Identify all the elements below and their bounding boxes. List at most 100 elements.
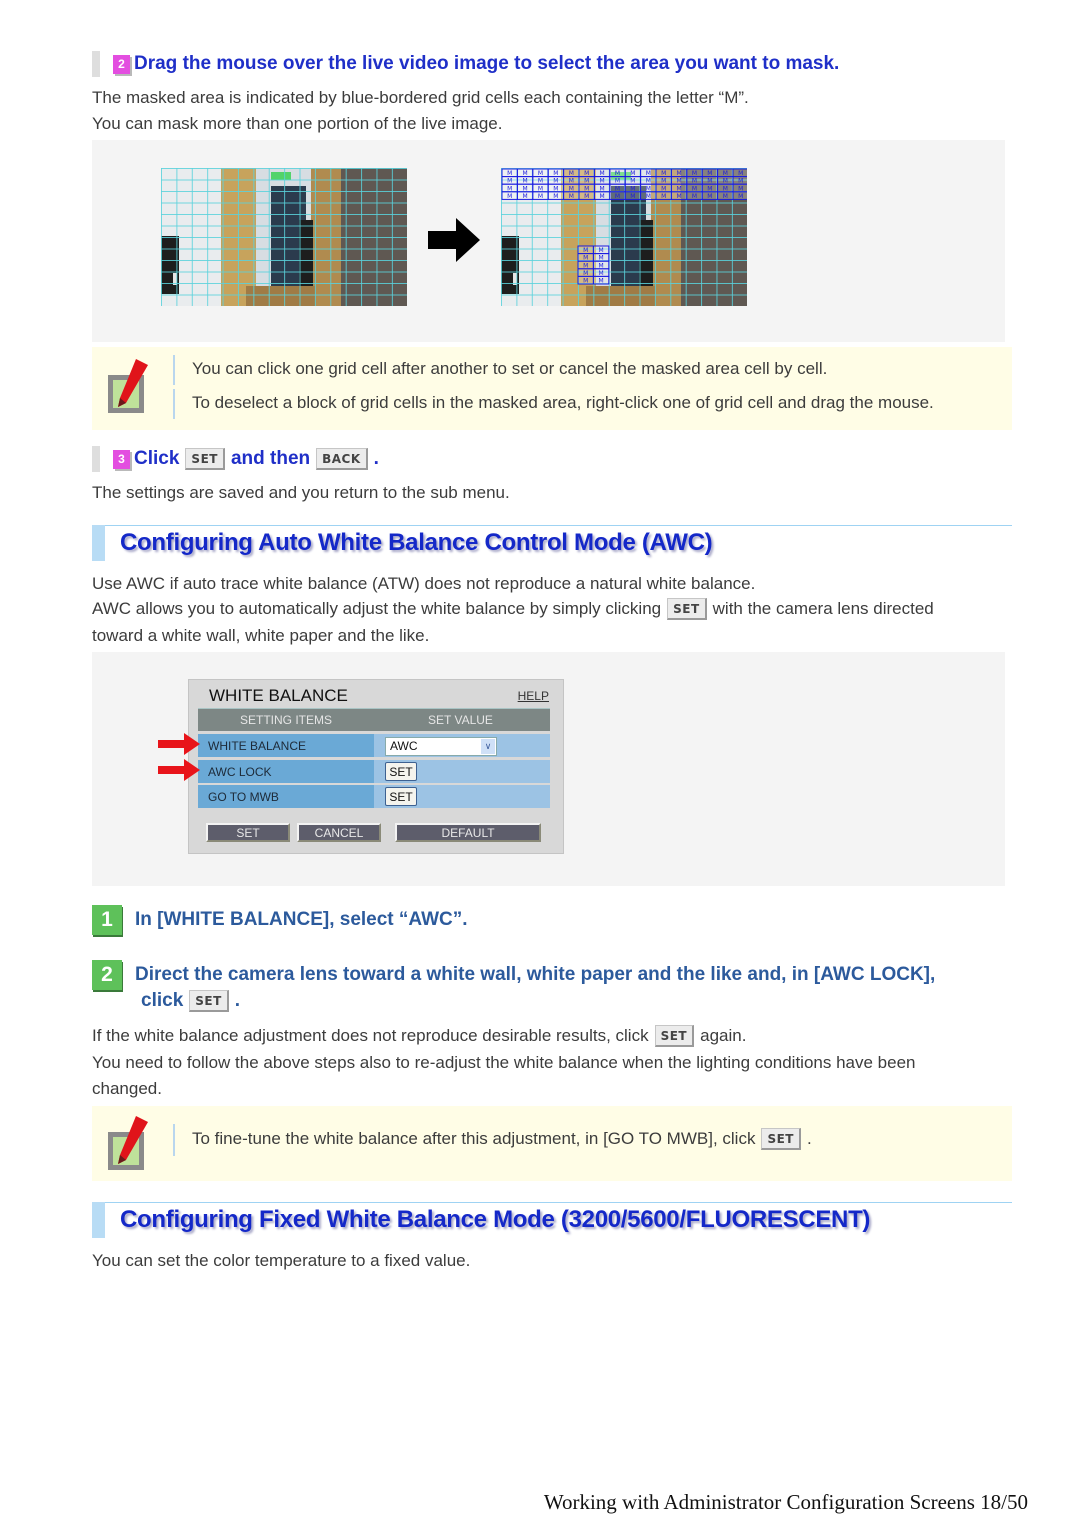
note-box: To fine-tune the white balance after thi… xyxy=(92,1106,1012,1181)
mask-cell-letter: M xyxy=(661,185,666,192)
paragraph: The masked area is indicated by blue-bor… xyxy=(92,88,749,107)
mask-cell-letter: M xyxy=(569,193,574,200)
mask-cell-letter: M xyxy=(661,170,666,177)
mask-cell-letter: M xyxy=(507,185,512,192)
red-arrow-icon xyxy=(158,733,200,755)
mask-cell-letter: M xyxy=(707,193,712,200)
set-button-ref: SET xyxy=(761,1128,801,1150)
help-link[interactable]: HELP xyxy=(518,689,549,703)
substep-3-heading: 3 Click SET and then BACK . xyxy=(92,446,379,472)
live-image-masked[interactable]: MMMMMMMMMMMMMMMMMMMMMMMMMMMMMMMMMMMMMMMM… xyxy=(501,168,747,306)
mask-cell-letter: M xyxy=(584,185,589,192)
text: AWC allows you to automatically adjust t… xyxy=(92,599,662,618)
pencil-note-icon xyxy=(108,359,148,413)
mask-cell-letter: M xyxy=(584,178,589,185)
step-number: 2 xyxy=(92,960,122,990)
mask-cell-letter: M xyxy=(569,185,574,192)
divider xyxy=(173,355,175,385)
paragraph: You can mask more than one portion of th… xyxy=(92,114,503,133)
mask-cell-letter: M xyxy=(569,178,574,185)
red-arrow-icon xyxy=(158,759,200,781)
heading-rule xyxy=(92,1202,1012,1203)
mask-cell-letter: M xyxy=(599,255,604,262)
row-label: AWC LOCK xyxy=(208,765,272,779)
pencil-note-icon xyxy=(108,1116,148,1170)
row-white-balance: WHITE BALANCE AWC ∨ xyxy=(198,734,550,757)
text: Click xyxy=(134,448,180,469)
mask-cell-letter: M xyxy=(707,185,712,192)
panel-title: WHITE BALANCE xyxy=(209,686,348,705)
mask-cell-letter: M xyxy=(507,170,512,177)
mask-cell-letter: M xyxy=(599,262,604,269)
mask-cell-letter: M xyxy=(723,193,728,200)
mask-cell-letter: M xyxy=(523,170,528,177)
section-title: Configuring Fixed White Balance Mode (32… xyxy=(120,1206,871,1233)
heading-accent xyxy=(92,1202,105,1238)
text: . xyxy=(234,990,241,1011)
mask-cell-letter: M xyxy=(583,270,588,277)
mask-cell-letter: M xyxy=(692,178,697,185)
mask-cell-letter: M xyxy=(677,185,682,192)
mask-cell-letter: M xyxy=(738,170,743,177)
mask-cell-letter: M xyxy=(677,193,682,200)
heading-bar xyxy=(92,446,100,472)
heading-accent xyxy=(92,525,105,561)
mask-cell-letter: M xyxy=(583,262,588,269)
mask-cell-letter: M xyxy=(584,170,589,177)
mask-cell-letter: M xyxy=(707,178,712,185)
heading-rule xyxy=(92,525,1012,526)
step-2: 2 Direct the camera lens toward a white … xyxy=(92,960,935,1014)
default-button[interactable]: DEFAULT xyxy=(395,823,541,842)
substep-2-heading: 2 Drag the mouse over the live video ima… xyxy=(92,51,839,77)
mask-cell-letter: M xyxy=(553,185,558,192)
go-to-mwb-set-button[interactable]: SET xyxy=(385,787,417,806)
row-awc-lock: AWC LOCK SET xyxy=(198,760,550,783)
mask-cell-letter: M xyxy=(553,178,558,185)
mask-figure-panel: MMMMMMMMMMMMMMMMMMMMMMMMMMMMMMMMMMMMMMMM… xyxy=(92,140,1005,342)
set-button-ref: SET xyxy=(654,1025,695,1047)
mask-cell-letter: M xyxy=(661,193,666,200)
mask-cell-letter: M xyxy=(723,178,728,185)
paragraph: You can set the color temperature to a f… xyxy=(92,1251,471,1270)
text: again. xyxy=(700,1026,747,1045)
section-title: Configuring Auto White Balance Control M… xyxy=(120,529,713,556)
step-1: 1 In [WHITE BALANCE], select “AWC”. xyxy=(92,905,468,935)
step-badge: 3 xyxy=(113,449,130,469)
set-button[interactable]: SET xyxy=(206,823,290,842)
mask-cell-letter: M xyxy=(615,178,620,185)
section-heading-awc: Configuring Auto White Balance Control M… xyxy=(92,525,1012,561)
mask-cell-letter: M xyxy=(707,170,712,177)
cancel-button[interactable]: CANCEL xyxy=(297,823,381,842)
mask-cell-letter: M xyxy=(677,170,682,177)
mask-cell-letter: M xyxy=(523,185,528,192)
awc-lock-set-button[interactable]: SET xyxy=(385,762,417,781)
paragraph: You need to follow the above steps also … xyxy=(92,1053,916,1072)
page-footer: Working with Administrator Configuration… xyxy=(543,1490,1028,1514)
mask-cells: M M M M M M M M M M M M M M M MM M M M M M M M M M M M M M M MM M M M M M M M… xyxy=(501,168,747,285)
mask-cell-letter: M xyxy=(583,278,588,285)
paragraph: The settings are saved and you return to… xyxy=(92,483,510,502)
mask-cell-letter: M xyxy=(723,185,728,192)
mask-cell-letter: M xyxy=(538,170,543,177)
mask-cell-letter: M xyxy=(630,170,635,177)
row-label: WHITE BALANCE xyxy=(208,739,307,753)
mask-cell-letter: M xyxy=(523,178,528,185)
chevron-down-icon[interactable]: ∨ xyxy=(481,739,495,754)
row-label: GO TO MWB xyxy=(208,790,279,804)
mask-cell-letter: M xyxy=(723,170,728,177)
mask-cell-letter: M xyxy=(646,178,651,185)
mask-cell-letter: M xyxy=(646,170,651,177)
mask-cell-letter: M xyxy=(538,185,543,192)
mask-cell-letter: M xyxy=(646,193,651,200)
mask-cell-letter: M xyxy=(583,255,588,262)
mask-cell-letter: M xyxy=(584,193,589,200)
mask-cell-letter: M xyxy=(507,178,512,185)
divider xyxy=(173,389,175,419)
substep-title: Drag the mouse over the live video image… xyxy=(134,53,840,74)
section-heading-fixed-wb: Configuring Fixed White Balance Mode (32… xyxy=(92,1202,1012,1238)
white-balance-select[interactable]: AWC ∨ xyxy=(385,737,497,756)
paragraph: changed. xyxy=(92,1079,162,1098)
mask-cell-letter: M xyxy=(569,170,574,177)
mask-cell-letter: M xyxy=(600,170,605,177)
substep-title: Click SET and then BACK . xyxy=(134,448,379,470)
